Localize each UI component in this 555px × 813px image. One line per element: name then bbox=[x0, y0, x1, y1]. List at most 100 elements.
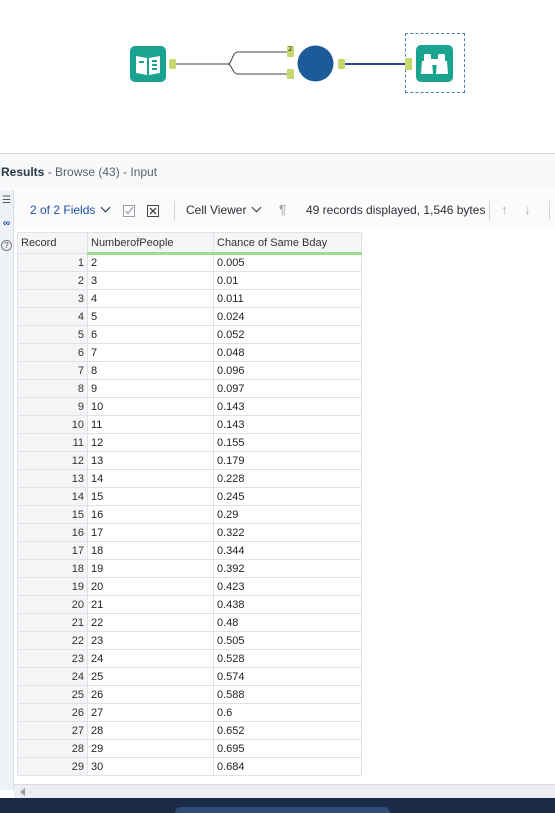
record-cell[interactable]: 5 bbox=[17, 325, 88, 344]
numberofpeople-cell[interactable]: 2 bbox=[87, 253, 214, 272]
chance-cell[interactable]: 0.048 bbox=[213, 343, 362, 362]
record-cell[interactable]: 16 bbox=[17, 523, 88, 542]
record-cell[interactable]: 12 bbox=[17, 451, 88, 470]
chance-cell[interactable]: 0.695 bbox=[213, 739, 362, 758]
chance-cell[interactable]: 0.684 bbox=[213, 757, 362, 776]
numberofpeople-cell[interactable]: 21 bbox=[87, 595, 214, 614]
table-row[interactable]: 8 9 0.097 bbox=[17, 379, 362, 398]
numberofpeople-cell[interactable]: 14 bbox=[87, 469, 214, 488]
numberofpeople-cell[interactable]: 4 bbox=[87, 289, 214, 308]
numberofpeople-cell[interactable]: 23 bbox=[87, 631, 214, 650]
formula-output-anchor[interactable] bbox=[338, 59, 345, 69]
formula-input-anchor-bottom[interactable] bbox=[287, 69, 294, 79]
record-cell[interactable]: 17 bbox=[17, 541, 88, 560]
chance-cell[interactable]: 0.155 bbox=[213, 433, 362, 452]
numberofpeople-cell[interactable]: 8 bbox=[87, 361, 214, 380]
help-icon[interactable]: ? bbox=[1, 240, 12, 251]
record-cell[interactable]: 20 bbox=[17, 595, 88, 614]
browse-input-anchor[interactable] bbox=[405, 58, 412, 70]
numberofpeople-cell[interactable]: 17 bbox=[87, 523, 214, 542]
table-row[interactable]: 12 13 0.179 bbox=[17, 451, 362, 470]
record-cell[interactable]: 8 bbox=[17, 379, 88, 398]
table-row[interactable]: 25 26 0.588 bbox=[17, 685, 362, 704]
table-row[interactable]: 28 29 0.695 bbox=[17, 739, 362, 758]
table-row[interactable]: 6 7 0.048 bbox=[17, 343, 362, 362]
table-row[interactable]: 21 22 0.48 bbox=[17, 613, 362, 632]
numberofpeople-cell[interactable]: 20 bbox=[87, 577, 214, 596]
numberofpeople-cell[interactable]: 3 bbox=[87, 271, 214, 290]
table-row[interactable]: 2 3 0.01 bbox=[17, 271, 362, 290]
table-row[interactable]: 18 19 0.392 bbox=[17, 559, 362, 578]
numberofpeople-cell[interactable]: 13 bbox=[87, 451, 214, 470]
chance-cell[interactable]: 0.01 bbox=[213, 271, 362, 290]
chance-cell[interactable]: 0.423 bbox=[213, 577, 362, 596]
chance-cell[interactable]: 0.588 bbox=[213, 685, 362, 704]
numberofpeople-cell[interactable]: 29 bbox=[87, 739, 214, 758]
table-row[interactable]: 1 2 0.005 bbox=[17, 253, 362, 272]
record-cell[interactable]: 9 bbox=[17, 397, 88, 416]
cell-viewer-dropdown[interactable]: Cell Viewer bbox=[186, 190, 262, 230]
record-cell[interactable]: 28 bbox=[17, 739, 88, 758]
table-row[interactable]: 9 10 0.143 bbox=[17, 397, 362, 416]
table-row[interactable]: 3 4 0.011 bbox=[17, 289, 362, 308]
table-row[interactable]: 11 12 0.155 bbox=[17, 433, 362, 452]
record-cell[interactable]: 15 bbox=[17, 505, 88, 524]
numberofpeople-cell[interactable]: 26 bbox=[87, 685, 214, 704]
chance-cell[interactable]: 0.505 bbox=[213, 631, 362, 650]
chance-cell[interactable]: 0.528 bbox=[213, 649, 362, 668]
table-row[interactable]: 10 11 0.143 bbox=[17, 415, 362, 434]
numberofpeople-cell[interactable]: 15 bbox=[87, 487, 214, 506]
table-row[interactable]: 29 30 0.684 bbox=[17, 757, 362, 776]
chance-cell[interactable]: 0.097 bbox=[213, 379, 362, 398]
table-row[interactable]: 15 16 0.29 bbox=[17, 505, 362, 524]
numberofpeople-cell[interactable]: 5 bbox=[87, 307, 214, 326]
chance-cell[interactable]: 0.011 bbox=[213, 289, 362, 308]
table-row[interactable]: 24 25 0.574 bbox=[17, 667, 362, 686]
column-header-numberofpeople[interactable]: NumberofPeople bbox=[87, 232, 214, 255]
record-cell[interactable]: 21 bbox=[17, 613, 88, 632]
results-grid[interactable]: Record NumberofPeople Chance of Same Bda… bbox=[17, 232, 362, 784]
numberofpeople-cell[interactable]: 24 bbox=[87, 649, 214, 668]
scroll-left-icon[interactable] bbox=[20, 788, 25, 796]
record-cell[interactable]: 26 bbox=[17, 703, 88, 722]
record-cell[interactable]: 13 bbox=[17, 469, 88, 488]
chance-cell[interactable]: 0.228 bbox=[213, 469, 362, 488]
record-cell[interactable]: 4 bbox=[17, 307, 88, 326]
record-cell[interactable]: 2 bbox=[17, 271, 88, 290]
horizontal-scrollbar[interactable] bbox=[14, 784, 555, 799]
table-row[interactable]: 5 6 0.052 bbox=[17, 325, 362, 344]
chance-cell[interactable]: 0.024 bbox=[213, 307, 362, 326]
chance-cell[interactable]: 0.392 bbox=[213, 559, 362, 578]
table-row[interactable]: 20 21 0.438 bbox=[17, 595, 362, 614]
record-cell[interactable]: 11 bbox=[17, 433, 88, 452]
record-cell[interactable]: 10 bbox=[17, 415, 88, 434]
pilcrow-icon[interactable]: ¶ bbox=[279, 190, 286, 230]
record-cell[interactable]: 24 bbox=[17, 667, 88, 686]
numberofpeople-cell[interactable]: 27 bbox=[87, 703, 214, 722]
numberofpeople-cell[interactable]: 12 bbox=[87, 433, 214, 452]
menu-icon[interactable]: ☰ bbox=[1, 195, 12, 206]
record-cell[interactable]: 25 bbox=[17, 685, 88, 704]
numberofpeople-cell[interactable]: 30 bbox=[87, 757, 214, 776]
chance-cell[interactable]: 0.096 bbox=[213, 361, 362, 380]
browse-tool[interactable] bbox=[416, 45, 453, 82]
taskbar-item[interactable] bbox=[175, 807, 390, 813]
record-cell[interactable]: 19 bbox=[17, 577, 88, 596]
table-row[interactable]: 16 17 0.322 bbox=[17, 523, 362, 542]
chance-cell[interactable]: 0.344 bbox=[213, 541, 362, 560]
numberofpeople-cell[interactable]: 7 bbox=[87, 343, 214, 362]
numberofpeople-cell[interactable]: 10 bbox=[87, 397, 214, 416]
checkbox-icon[interactable] bbox=[123, 190, 135, 230]
chance-cell[interactable]: 0.179 bbox=[213, 451, 362, 470]
numberofpeople-cell[interactable]: 11 bbox=[87, 415, 214, 434]
numberofpeople-cell[interactable]: 6 bbox=[87, 325, 214, 344]
table-row[interactable]: 7 8 0.096 bbox=[17, 361, 362, 380]
arrow-up-icon[interactable]: ↑ bbox=[501, 190, 508, 230]
record-cell[interactable]: 18 bbox=[17, 559, 88, 578]
chance-cell[interactable]: 0.6 bbox=[213, 703, 362, 722]
record-cell[interactable]: 27 bbox=[17, 721, 88, 740]
table-row[interactable]: 26 27 0.6 bbox=[17, 703, 362, 722]
chance-cell[interactable]: 0.48 bbox=[213, 613, 362, 632]
chance-cell[interactable]: 0.652 bbox=[213, 721, 362, 740]
record-cell[interactable]: 7 bbox=[17, 361, 88, 380]
